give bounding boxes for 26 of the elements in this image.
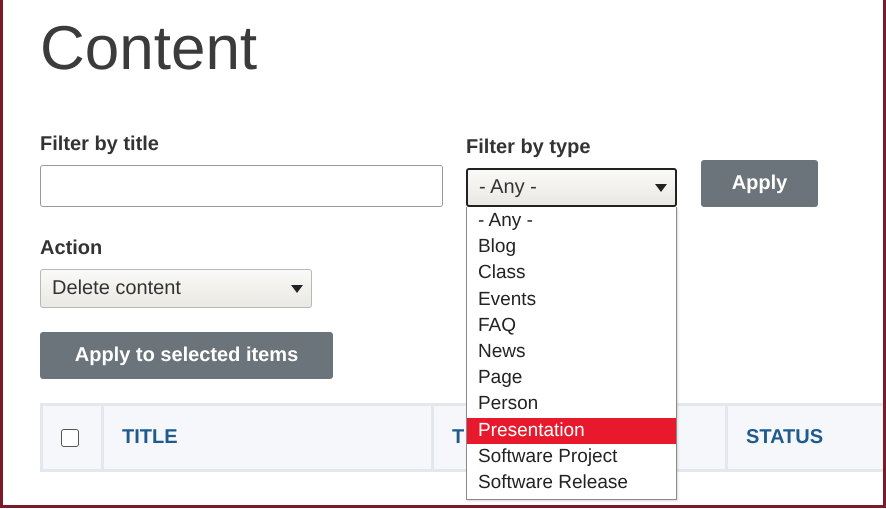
title-filter-field[interactable] (40, 165, 443, 207)
apply-button[interactable]: Apply (701, 160, 818, 207)
column-header[interactable]: T (452, 426, 464, 449)
column-header[interactable]: STATUS (746, 426, 824, 449)
dropdown-option[interactable]: FAQ (467, 312, 676, 339)
field-label: Filter by type (466, 135, 590, 159)
dropdown-option[interactable]: Blog (467, 234, 676, 260)
dropdown-option[interactable]: News (467, 338, 676, 366)
field-label: Action (40, 236, 102, 260)
action-select[interactable]: Delete content (40, 269, 312, 308)
caret-icon (655, 184, 667, 192)
dropdown-option[interactable]: Person (467, 391, 676, 418)
type-select[interactable]: - Any - (466, 168, 677, 207)
dropdown-option[interactable]: Page (467, 365, 676, 392)
dropdown-option[interactable]: Class (467, 260, 676, 287)
dropdown-option[interactable]: Events (467, 286, 676, 313)
dropdown-option[interactable]: - Any - (467, 208, 676, 234)
select-all-checkbox[interactable] (61, 428, 79, 446)
page-title: Content (40, 14, 258, 84)
apply-selected-button[interactable]: Apply to selected items (40, 332, 333, 379)
field-label: Filter by title (40, 132, 159, 156)
dropdown-option[interactable]: Software Project (467, 444, 676, 470)
dropdown-option[interactable]: Software Release (467, 470, 676, 496)
caret-icon (291, 284, 303, 292)
column-header[interactable]: TITLE (122, 426, 178, 449)
dropdown-option[interactable]: Presentation (467, 418, 676, 444)
